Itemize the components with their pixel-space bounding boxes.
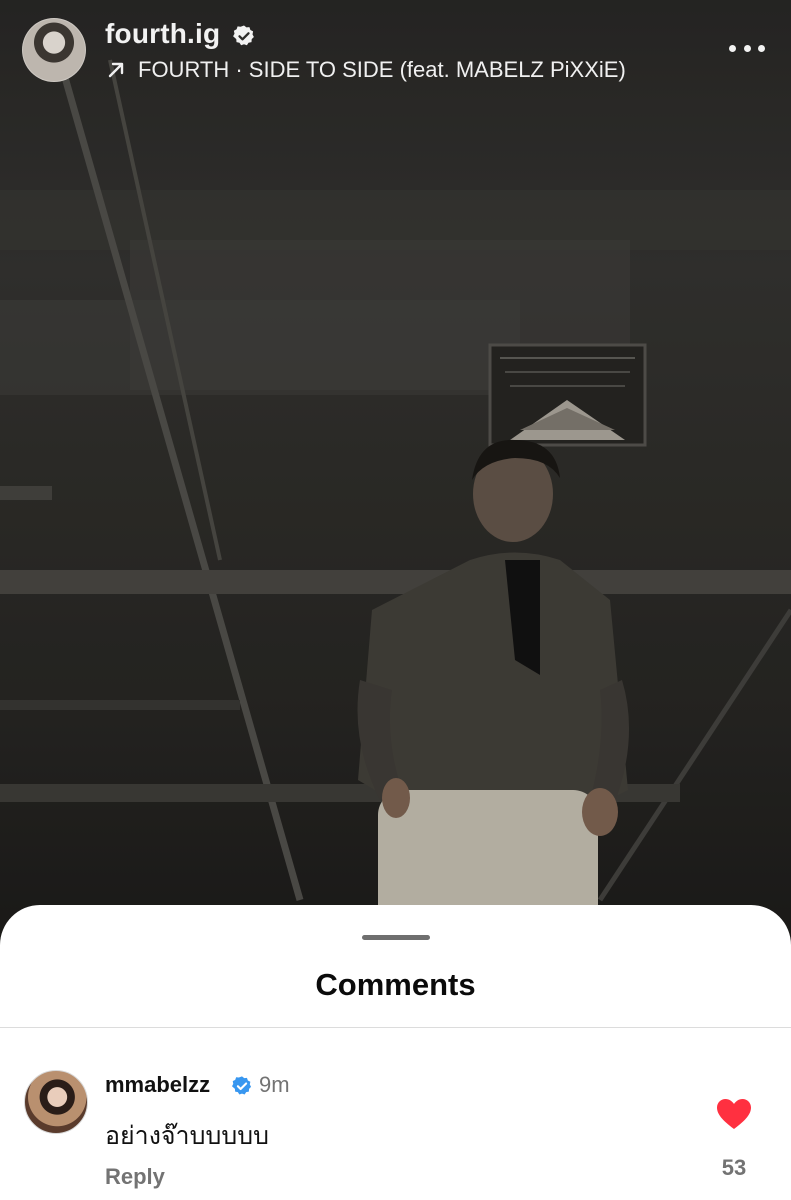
- audio-track-label: FOURTH · SIDE TO SIDE (feat. MABELZ PiXX…: [138, 57, 626, 82]
- heart-icon[interactable]: [716, 1098, 752, 1130]
- comments-sheet: Comments mmabelzz 9m อย่างจ๊าบบบบบ Reply…: [0, 905, 791, 1200]
- arrow-up-right-icon: [108, 62, 124, 78]
- verified-badge-icon: [233, 25, 254, 46]
- audio-track-link[interactable]: FOURTH · SIDE TO SIDE (feat. MABELZ PiXX…: [106, 57, 626, 83]
- commenter-username[interactable]: mmabelzz: [105, 1072, 210, 1098]
- comment-timestamp: 9m: [259, 1072, 290, 1097]
- more-options-icon[interactable]: [729, 40, 765, 56]
- comment-text: อย่างจ๊าบบบบบ: [105, 1122, 269, 1150]
- avatar[interactable]: [22, 18, 86, 82]
- verified-badge-icon: [232, 1076, 252, 1095]
- commenter-avatar[interactable]: [24, 1070, 88, 1134]
- reply-button[interactable]: Reply: [105, 1164, 165, 1190]
- like-count: 53: [721, 1155, 747, 1180]
- video-frame: [0, 0, 791, 960]
- post-username[interactable]: fourth.ig: [105, 18, 220, 50]
- post-header: fourth.ig FOURTH · SIDE TO SIDE (feat. M…: [0, 0, 791, 100]
- drag-handle[interactable]: [362, 935, 430, 940]
- reel-video[interactable]: [0, 0, 791, 960]
- comment-item: mmabelzz 9m อย่างจ๊าบบบบบ Reply 53: [0, 1028, 791, 1200]
- comments-title: Comments: [315, 967, 476, 1002]
